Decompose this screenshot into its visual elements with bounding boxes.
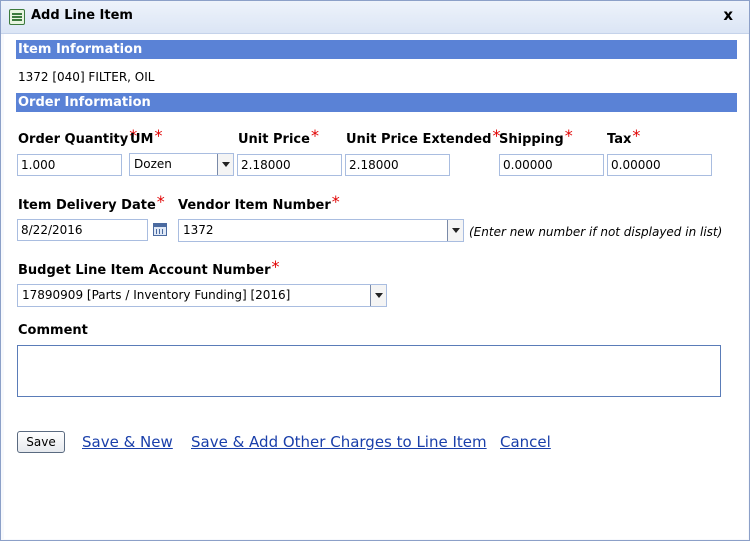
tax-input[interactable]: 0.00000 <box>607 154 712 176</box>
um-label: UM* <box>130 126 163 147</box>
required-marker: * <box>310 126 319 145</box>
save-button[interactable]: Save <box>17 431 65 453</box>
order-quantity-label: Order Quantity* <box>18 126 138 147</box>
unit-price-label: Unit Price* <box>238 126 319 147</box>
cancel-link[interactable]: Cancel <box>500 433 551 451</box>
vendor-item-number-hint: (Enter new number if not displayed in li… <box>469 225 723 239</box>
tax-label: Tax* <box>607 126 641 147</box>
budget-line-item-account-value: 17890909 [Parts / Inventory Funding] [20… <box>22 288 291 302</box>
um-select-value: Dozen <box>134 157 172 171</box>
save-and-new-link[interactable]: Save & New <box>82 433 173 451</box>
required-marker: * <box>632 126 641 145</box>
comment-label: Comment <box>18 323 88 338</box>
um-select[interactable]: Dozen <box>129 153 234 176</box>
vendor-item-number-label: Vendor Item Number* <box>178 192 340 213</box>
add-line-item-dialog: Add Line Item x Item Information 1372 [0… <box>0 0 750 541</box>
budget-line-item-account-number-label: Budget Line Item Account Number* <box>18 257 280 278</box>
document-list-icon <box>9 9 25 25</box>
required-marker: * <box>564 126 573 145</box>
title-bar: Add Line Item x <box>1 1 749 34</box>
close-icon[interactable]: x <box>723 6 733 24</box>
chevron-down-icon[interactable] <box>217 154 233 175</box>
required-marker: * <box>271 257 280 276</box>
order-quantity-input[interactable]: 1.000 <box>17 154 122 176</box>
section-header-order-information: Order Information <box>16 93 737 112</box>
calendar-icon[interactable] <box>153 223 167 236</box>
unit-price-extended-label: Unit Price Extended* <box>346 126 501 147</box>
unit-price-extended-input[interactable]: 2.18000 <box>345 154 450 176</box>
shipping-label: Shipping* <box>499 126 573 147</box>
comment-textarea[interactable] <box>17 345 721 397</box>
section-header-item-information: Item Information <box>16 40 737 59</box>
chevron-down-icon[interactable] <box>370 285 386 306</box>
vendor-item-number-value: 1372 <box>183 223 214 237</box>
dialog-body: Item Information 1372 [040] FILTER, OIL … <box>4 34 748 539</box>
budget-line-item-account-select[interactable]: 17890909 [Parts / Inventory Funding] [20… <box>17 284 387 307</box>
item-delivery-date-label: Item Delivery Date* <box>18 192 165 213</box>
required-marker: * <box>331 192 340 211</box>
save-and-add-other-charges-link[interactable]: Save & Add Other Charges to Line Item <box>191 433 487 451</box>
required-marker: * <box>156 192 165 211</box>
dialog-title: Add Line Item <box>31 8 133 23</box>
unit-price-input[interactable]: 2.18000 <box>237 154 342 176</box>
required-marker: * <box>154 126 163 145</box>
item-description: 1372 [040] FILTER, OIL <box>18 70 155 84</box>
vendor-item-number-combobox[interactable]: 1372 <box>178 219 464 242</box>
chevron-down-icon[interactable] <box>447 220 463 241</box>
shipping-input[interactable]: 0.00000 <box>499 154 604 176</box>
item-delivery-date-input[interactable]: 8/22/2016 <box>17 219 148 241</box>
